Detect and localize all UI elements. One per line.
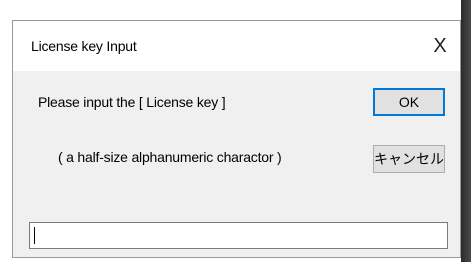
hint-label: ( a half-size alphanumeric charactor ) [58,149,282,165]
cancel-button[interactable]: キャンセル [373,145,445,173]
title-bar: License key Input X [13,21,460,71]
prompt-label: Please input the [ License key ] [38,94,226,110]
close-icon[interactable]: X [426,31,454,61]
license-key-input[interactable] [29,222,448,249]
license-key-dialog: License key Input X Please input the [ L… [12,20,461,258]
dialog-title: License key Input [31,38,137,54]
ok-button[interactable]: OK [373,88,445,116]
text-caret [34,227,35,244]
background-edge [461,0,471,262]
